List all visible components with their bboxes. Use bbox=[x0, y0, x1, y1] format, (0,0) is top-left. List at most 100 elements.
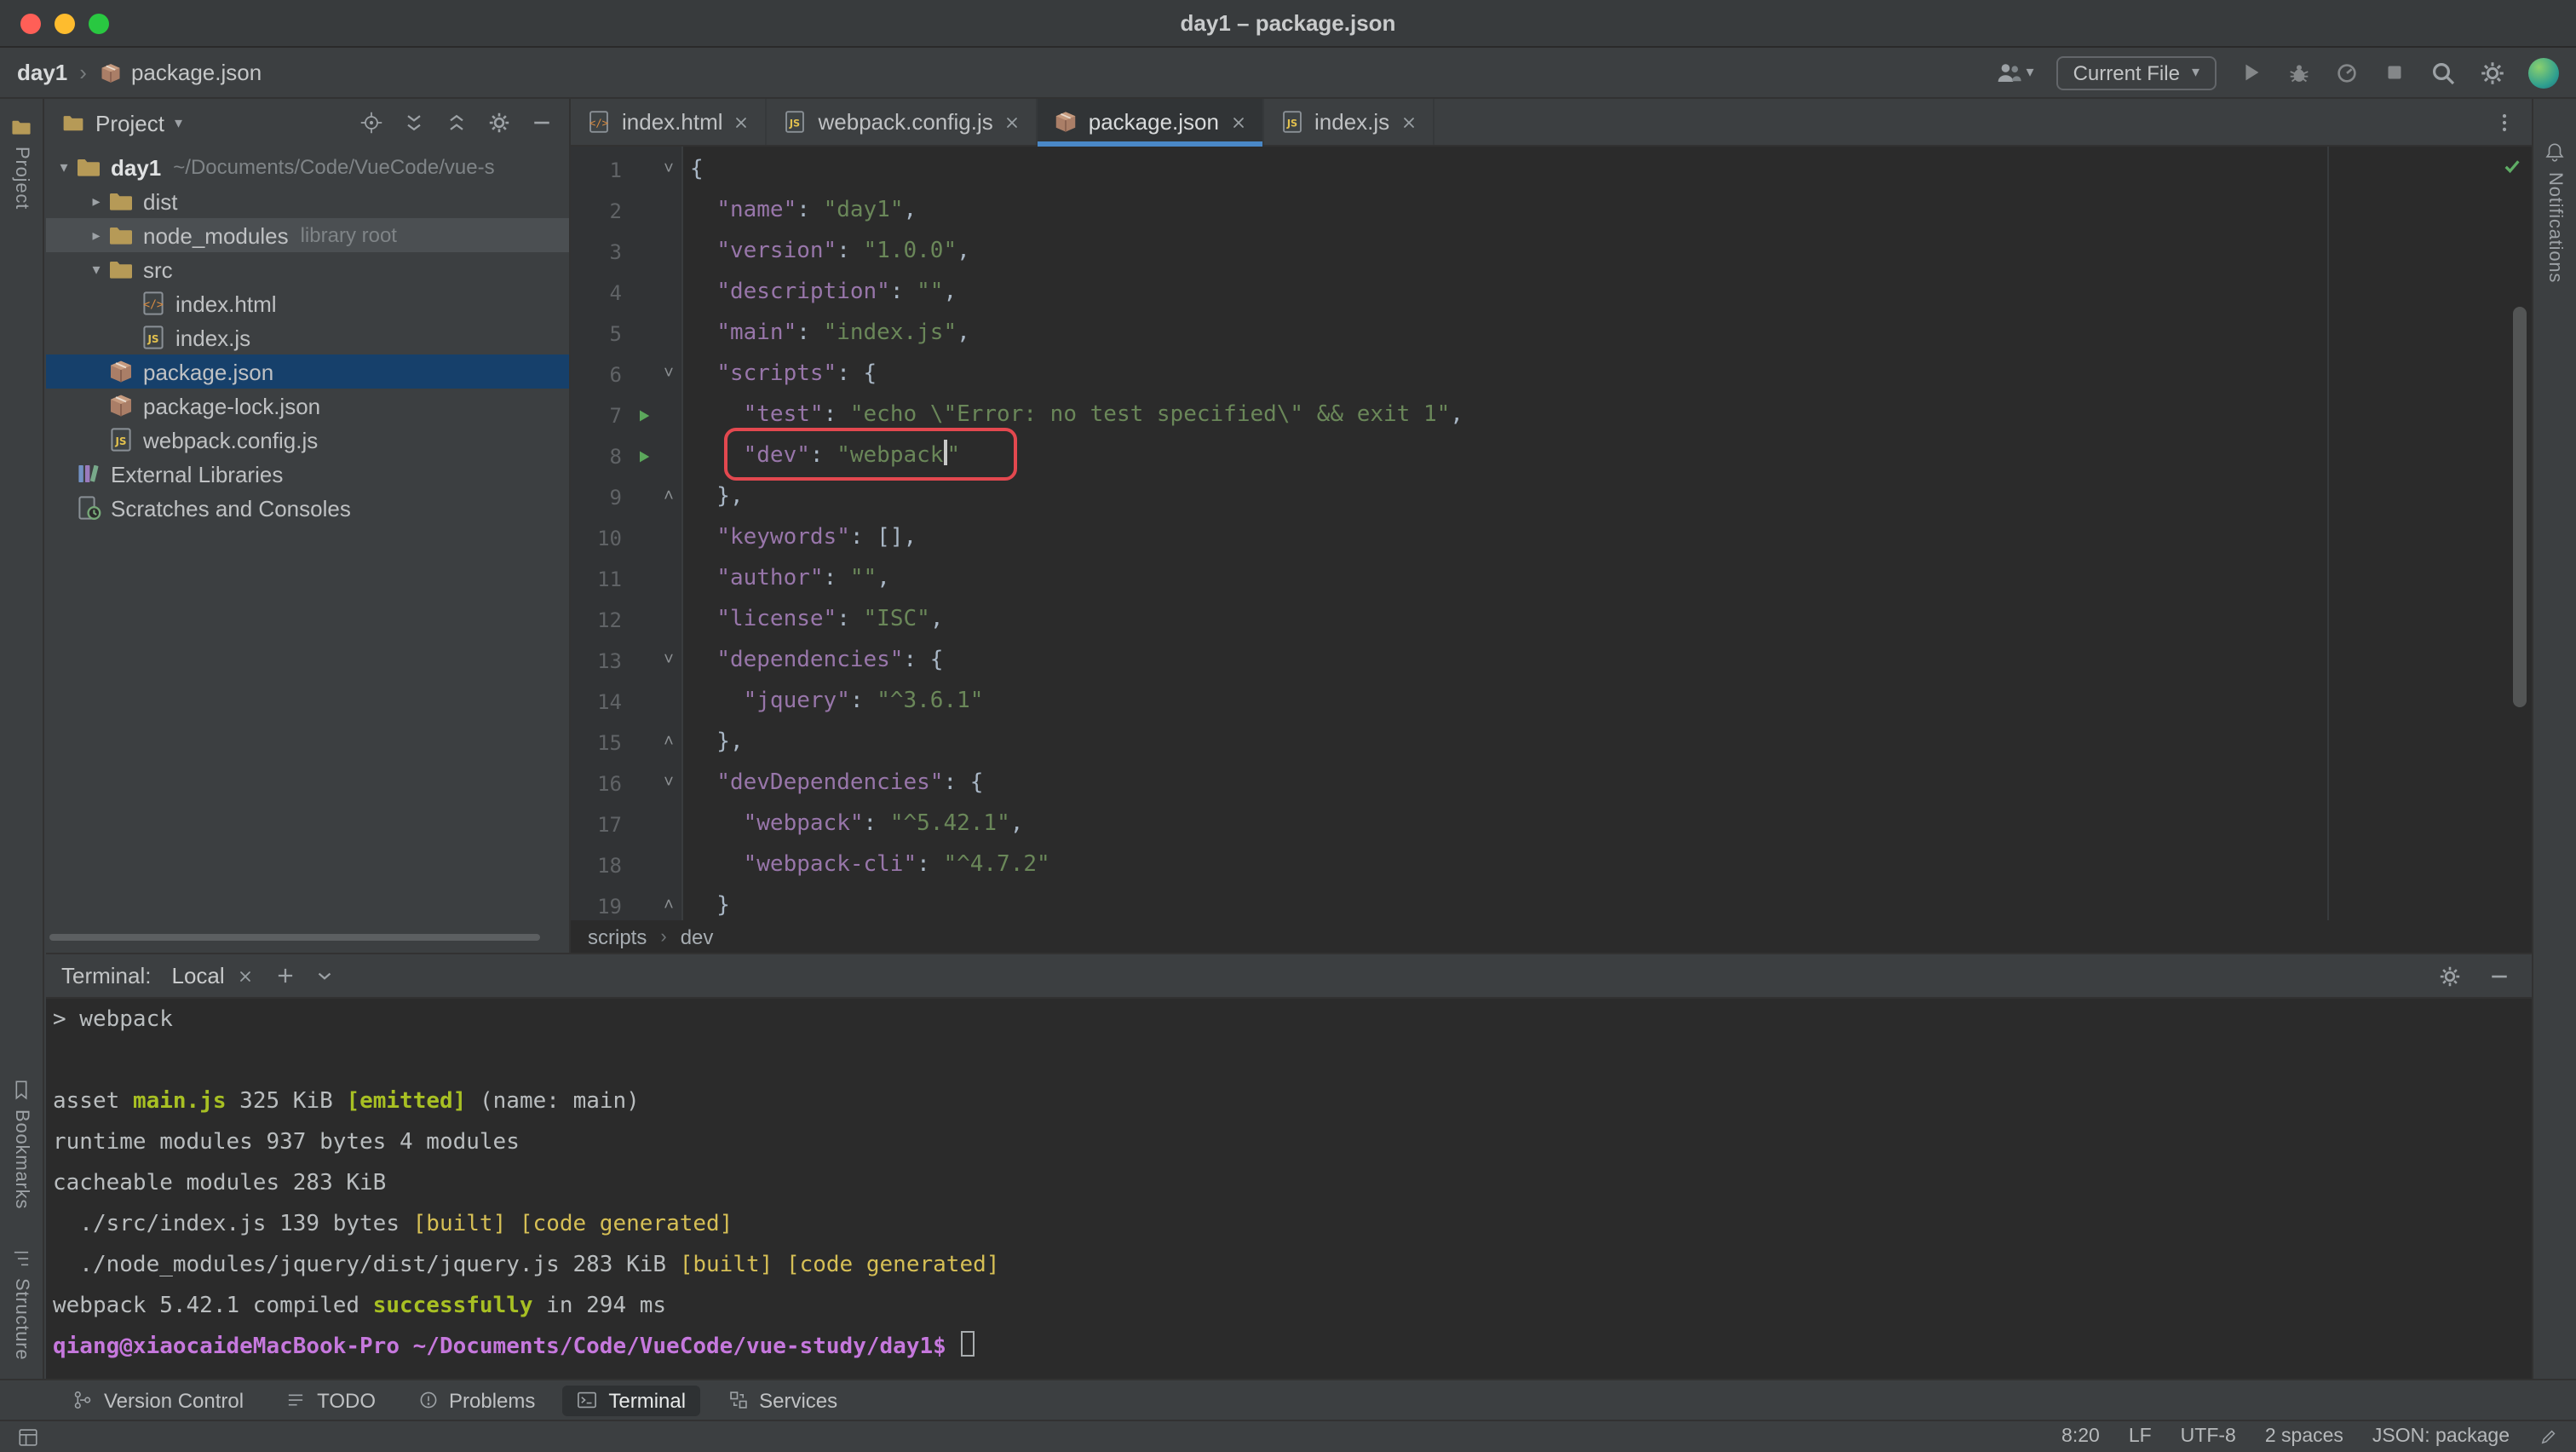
write-access-icon[interactable] bbox=[2539, 1426, 2559, 1447]
new-terminal-icon[interactable] bbox=[274, 965, 296, 987]
code-line-12[interactable]: 12 "license": "ISC", bbox=[571, 600, 2532, 641]
code-line-11[interactable]: 11 "author": "", bbox=[571, 559, 2532, 600]
code-line-19[interactable]: 19˄ } bbox=[571, 886, 2532, 920]
tool-button-todo[interactable]: TODO bbox=[271, 1385, 389, 1415]
tree-item-day1[interactable]: ▾day1~/Documents/Code/VueCode/vue-s bbox=[46, 150, 569, 184]
profiler-button[interactable] bbox=[2334, 60, 2360, 85]
status-item-utf-8[interactable]: UTF-8 bbox=[2181, 1426, 2236, 1447]
run-script-icon[interactable] bbox=[632, 436, 654, 477]
fold-marker-icon[interactable]: ˄ bbox=[654, 477, 683, 518]
close-window-button[interactable] bbox=[20, 14, 41, 34]
code-line-4[interactable]: 4 "description": "", bbox=[571, 273, 2532, 314]
code-line-14[interactable]: 14 "jquery": "^3.6.1" bbox=[571, 682, 2532, 723]
code-line-1[interactable]: 1˅{ bbox=[571, 150, 2532, 191]
close-icon[interactable] bbox=[1400, 113, 1417, 130]
breadcrumb-dev[interactable]: dev bbox=[681, 925, 714, 948]
tool-button-terminal[interactable]: Terminal bbox=[562, 1385, 699, 1415]
code-line-3[interactable]: 3 "version": "1.0.0", bbox=[571, 232, 2532, 273]
project-panel-title[interactable]: Project bbox=[95, 110, 164, 135]
tool-window-layout-icon[interactable] bbox=[17, 1426, 39, 1448]
code-line-17[interactable]: 17 "webpack": "^5.42.1", bbox=[571, 804, 2532, 845]
project-horizontal-scrollbar[interactable] bbox=[49, 934, 540, 941]
run-configuration-select[interactable]: Current File ▾ bbox=[2056, 55, 2217, 89]
status-item-8-20[interactable]: 8:20 bbox=[2061, 1426, 2100, 1447]
code-line-5[interactable]: 5 "main": "index.js", bbox=[571, 314, 2532, 354]
run-button[interactable] bbox=[2239, 60, 2264, 85]
close-icon[interactable] bbox=[237, 967, 254, 984]
fold-marker-icon[interactable]: ˄ bbox=[654, 723, 683, 763]
tool-button-structure[interactable]: Structure bbox=[0, 1247, 43, 1359]
editor-scrollbar[interactable] bbox=[2513, 307, 2527, 707]
terminal-tab-local[interactable]: Local bbox=[172, 963, 254, 988]
tree-item-package.json[interactable]: package.json bbox=[46, 354, 569, 389]
fold-marker-icon[interactable]: ˅ bbox=[654, 763, 683, 804]
code-line-9[interactable]: 9˄ }, bbox=[571, 477, 2532, 518]
code-line-2[interactable]: 2 "name": "day1", bbox=[571, 191, 2532, 232]
fold-marker-icon[interactable]: ˅ bbox=[654, 150, 683, 191]
expand-all-icon[interactable] bbox=[402, 111, 426, 135]
tree-item-External Libraries[interactable]: External Libraries bbox=[46, 457, 569, 491]
minimize-window-button[interactable] bbox=[55, 14, 75, 34]
stop-button[interactable] bbox=[2382, 60, 2407, 85]
breadcrumb-scripts[interactable]: scripts bbox=[588, 925, 647, 948]
fold-marker-icon[interactable]: ˅ bbox=[654, 641, 683, 682]
tool-button-bookmarks[interactable]: Bookmarks bbox=[0, 1079, 43, 1209]
run-script-icon[interactable] bbox=[632, 395, 654, 436]
code-line-13[interactable]: 13˅ "dependencies": { bbox=[571, 641, 2532, 682]
chevron-closed-icon[interactable]: ▸ bbox=[85, 226, 107, 245]
chevron-open-icon[interactable]: ▾ bbox=[85, 260, 107, 279]
tree-item-index.js[interactable]: JSindex.js bbox=[46, 320, 569, 354]
tree-item-src[interactable]: ▾src bbox=[46, 252, 569, 286]
fold-marker-icon[interactable]: ˄ bbox=[654, 886, 683, 920]
breadcrumb-project[interactable]: day1 bbox=[17, 60, 67, 85]
status-item-2-spaces[interactable]: 2 spaces bbox=[2265, 1426, 2343, 1447]
tool-button-version-control[interactable]: Version Control bbox=[58, 1385, 257, 1415]
tree-item-index.html[interactable]: </>index.html bbox=[46, 286, 569, 320]
tab-index.html[interactable]: </>index.html bbox=[571, 99, 768, 145]
editor-pane[interactable]: 1˅{2 "name": "day1",3 "version": "1.0.0"… bbox=[571, 147, 2532, 920]
terminal-settings-icon[interactable] bbox=[2438, 964, 2462, 988]
users-icon[interactable]: ▾ bbox=[1996, 59, 2034, 86]
tree-item-node_modules[interactable]: ▸node_moduleslibrary root bbox=[46, 218, 569, 252]
close-icon[interactable] bbox=[1229, 113, 1246, 130]
debug-button[interactable] bbox=[2286, 60, 2312, 85]
tool-button-problems[interactable]: Problems bbox=[403, 1385, 549, 1415]
search-everywhere-button[interactable] bbox=[2429, 59, 2457, 86]
code-line-16[interactable]: 16˅ "devDependencies": { bbox=[571, 763, 2532, 804]
tree-item-Scratches and Consoles[interactable]: Scratches and Consoles bbox=[46, 491, 569, 525]
close-icon[interactable] bbox=[733, 113, 750, 130]
chevron-closed-icon[interactable]: ▸ bbox=[85, 192, 107, 210]
tab-webpack.config.js[interactable]: JSwebpack.config.js bbox=[768, 99, 1038, 145]
terminal-output[interactable]: > webpack asset main.js 325 KiB [emitted… bbox=[53, 1000, 2528, 1379]
status-item-lf[interactable]: LF bbox=[2129, 1426, 2152, 1447]
code-line-18[interactable]: 18 "webpack-cli": "^4.7.2" bbox=[571, 845, 2532, 886]
chevron-down-icon[interactable]: ▾ bbox=[175, 113, 182, 132]
zoom-window-button[interactable] bbox=[89, 14, 109, 34]
code-line-15[interactable]: 15˄ }, bbox=[571, 723, 2532, 763]
chevron-down-icon[interactable] bbox=[313, 965, 336, 987]
collapse-all-icon[interactable] bbox=[445, 111, 469, 135]
hide-terminal-icon[interactable] bbox=[2487, 964, 2511, 988]
code-line-10[interactable]: 10 "keywords": [], bbox=[571, 518, 2532, 559]
locate-icon[interactable] bbox=[359, 111, 383, 135]
tab-package.json[interactable]: package.json bbox=[1038, 99, 1263, 145]
settings-button[interactable] bbox=[2479, 59, 2506, 86]
chevron-open-icon[interactable]: ▾ bbox=[53, 158, 75, 176]
tool-button-project[interactable]: Project bbox=[0, 116, 43, 210]
tool-button-notifications[interactable]: Notifications bbox=[2533, 141, 2576, 283]
panel-settings-icon[interactable] bbox=[487, 111, 511, 135]
user-avatar[interactable] bbox=[2528, 57, 2559, 88]
code-line-6[interactable]: 6˅ "scripts": { bbox=[571, 354, 2532, 395]
tree-item-dist[interactable]: ▸dist bbox=[46, 184, 569, 218]
breadcrumb-file[interactable]: package.json bbox=[99, 60, 262, 85]
tab-index.js[interactable]: JSindex.js bbox=[1263, 99, 1434, 145]
tab-options-kebab-icon[interactable] bbox=[2493, 110, 2516, 134]
inspection-ok-icon[interactable] bbox=[2501, 155, 2523, 177]
close-icon[interactable] bbox=[1003, 113, 1021, 130]
tree-item-package-lock.json[interactable]: package-lock.json bbox=[46, 389, 569, 423]
tree-item-webpack.config.js[interactable]: JSwebpack.config.js bbox=[46, 423, 569, 457]
tool-button-services[interactable]: Services bbox=[713, 1385, 851, 1415]
hide-panel-icon[interactable] bbox=[530, 111, 554, 135]
fold-marker-icon[interactable]: ˅ bbox=[654, 354, 683, 395]
status-item-json-package[interactable]: JSON: package bbox=[2372, 1426, 2510, 1447]
